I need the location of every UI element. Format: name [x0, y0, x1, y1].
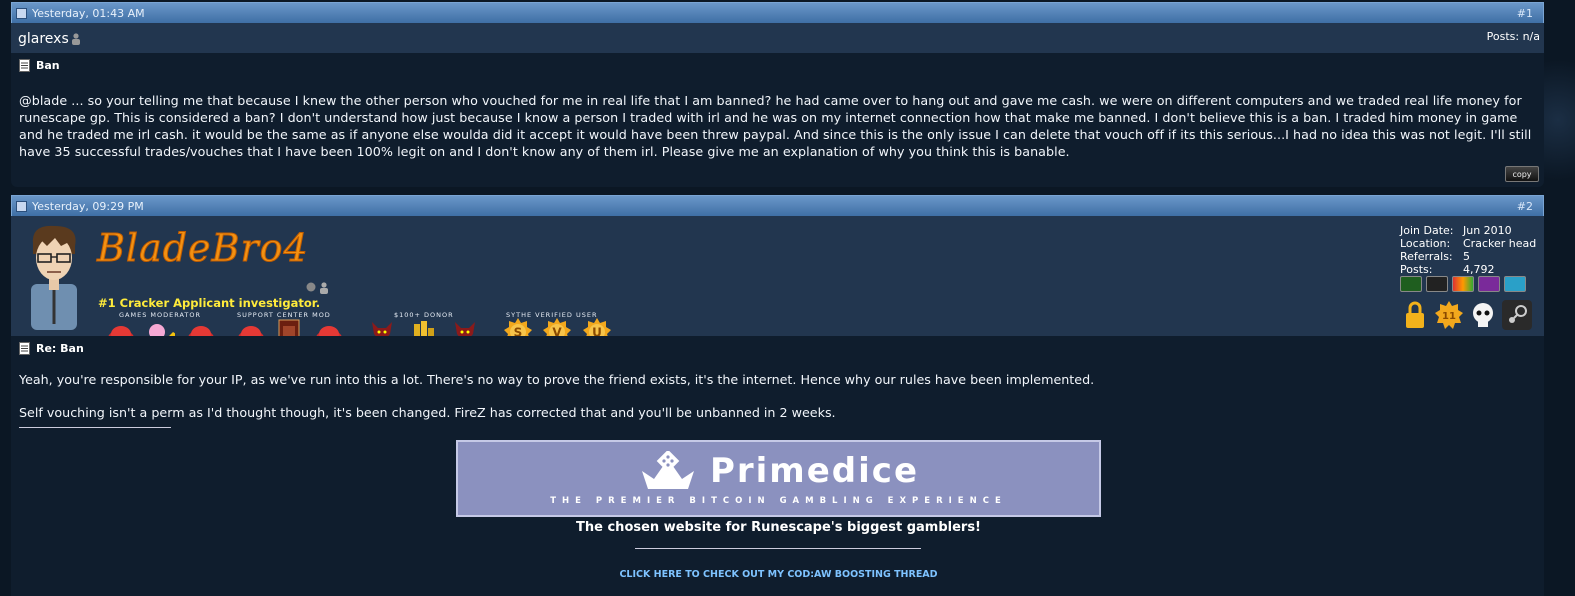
post-message-paragraph-2: Self vouching isn't a perm as I'd though…: [19, 405, 836, 420]
primedice-banner[interactable]: Primedice THE PREMIER BITCOIN GAMBLING E…: [456, 440, 1101, 517]
document-icon: [19, 342, 30, 355]
banner-title: Primedice: [638, 451, 919, 491]
post-status-icon: [16, 200, 27, 212]
rank-badge-icon: 11: [1434, 300, 1464, 330]
post-number-link[interactable]: #1: [1517, 7, 1533, 20]
post-date: Yesterday, 01:43 AM: [16, 7, 145, 20]
crown-dice-icon: [641, 451, 694, 489]
posts-row: Posts: 4,792: [1400, 263, 1495, 276]
location-row: Location: Cracker head: [1400, 237, 1537, 250]
post-message: @blade ... so your telling me that becau…: [19, 93, 1532, 159]
banner-caption: The chosen website for Runescape's bigge…: [576, 520, 981, 535]
post-title: Re: Ban: [19, 342, 1536, 355]
post-number-link[interactable]: #2: [1517, 200, 1533, 213]
post-header: Yesterday, 09:29 PM #2: [11, 195, 1544, 216]
banner-subtitle: THE PREMIER BITCOIN GAMBLING EXPERIENCE: [550, 496, 1007, 506]
award-icons-row: [1400, 276, 1526, 292]
rank-icons-row: 11: [1400, 300, 1532, 330]
user-avatar[interactable]: [21, 224, 87, 330]
document-icon: [19, 59, 30, 72]
user-info-bar: BladeBro4 #1 Cracker Applicant investiga…: [11, 216, 1544, 348]
post-count: Posts: n/a: [1486, 30, 1540, 43]
post-message-paragraph-1: Yeah, you're responsible for your IP, as…: [19, 372, 1095, 387]
runner-award-icon: [1426, 276, 1448, 292]
referrals-row: Referrals: 5: [1400, 250, 1470, 263]
offline-status-icon: [306, 282, 316, 292]
offline-user-icon: [71, 33, 80, 45]
post-2: Yesterday, 09:29 PM #2 BladeBro4 #1 Crac…: [11, 195, 1544, 596]
steam-icon: [1502, 300, 1532, 330]
yahoo-award-icon: [1478, 276, 1500, 292]
join-date-row: Join Date: Jun 2010: [1400, 224, 1512, 237]
user-info-bar: glarexs Posts: n/a: [11, 23, 1544, 53]
post-header: Yesterday, 01:43 AM #1: [11, 2, 1544, 23]
signature-divider-2: [635, 548, 921, 549]
signature-divider: [19, 427, 171, 428]
post-date: Yesterday, 09:29 PM: [16, 200, 144, 213]
games-moderator-label: GAMES MODERATOR: [119, 311, 202, 319]
post-1: Yesterday, 01:43 AM #1 glarexs Posts: n/…: [11, 2, 1544, 187]
rainbow-award-icon: [1452, 276, 1474, 292]
post-date-text: Yesterday, 01:43 AM: [32, 6, 145, 20]
lock-icon: [1406, 301, 1424, 328]
username-link[interactable]: glarexs: [18, 31, 81, 47]
post-title: Ban: [19, 59, 1536, 72]
boosting-thread-link[interactable]: CLICK HERE TO CHECK OUT MY COD:AW BOOSTI…: [456, 569, 1101, 580]
user-profile-icon[interactable]: [319, 282, 329, 294]
user-title: #1 Cracker Applicant investigator.: [98, 296, 321, 310]
post-date-text: Yesterday, 09:29 PM: [32, 199, 144, 213]
user-status: [306, 282, 329, 294]
post-body: Ban @blade ... so your telling me that b…: [11, 53, 1544, 187]
skype-award-icon: [1504, 276, 1526, 292]
user-stats: Join Date: Jun 2010 Location: Cracker head…: [1400, 224, 1536, 276]
green-award-icon: [1400, 276, 1422, 292]
username[interactable]: BladeBro4: [97, 226, 309, 271]
post-status-icon: [16, 7, 27, 19]
skull-icon: [1473, 303, 1493, 327]
copy-button[interactable]: copy: [1505, 166, 1539, 182]
username[interactable]: glarexs: [18, 31, 69, 47]
svg-text:11: 11: [1442, 311, 1456, 322]
post-body: Re: Ban Yeah, you're responsible for you…: [11, 336, 1544, 596]
